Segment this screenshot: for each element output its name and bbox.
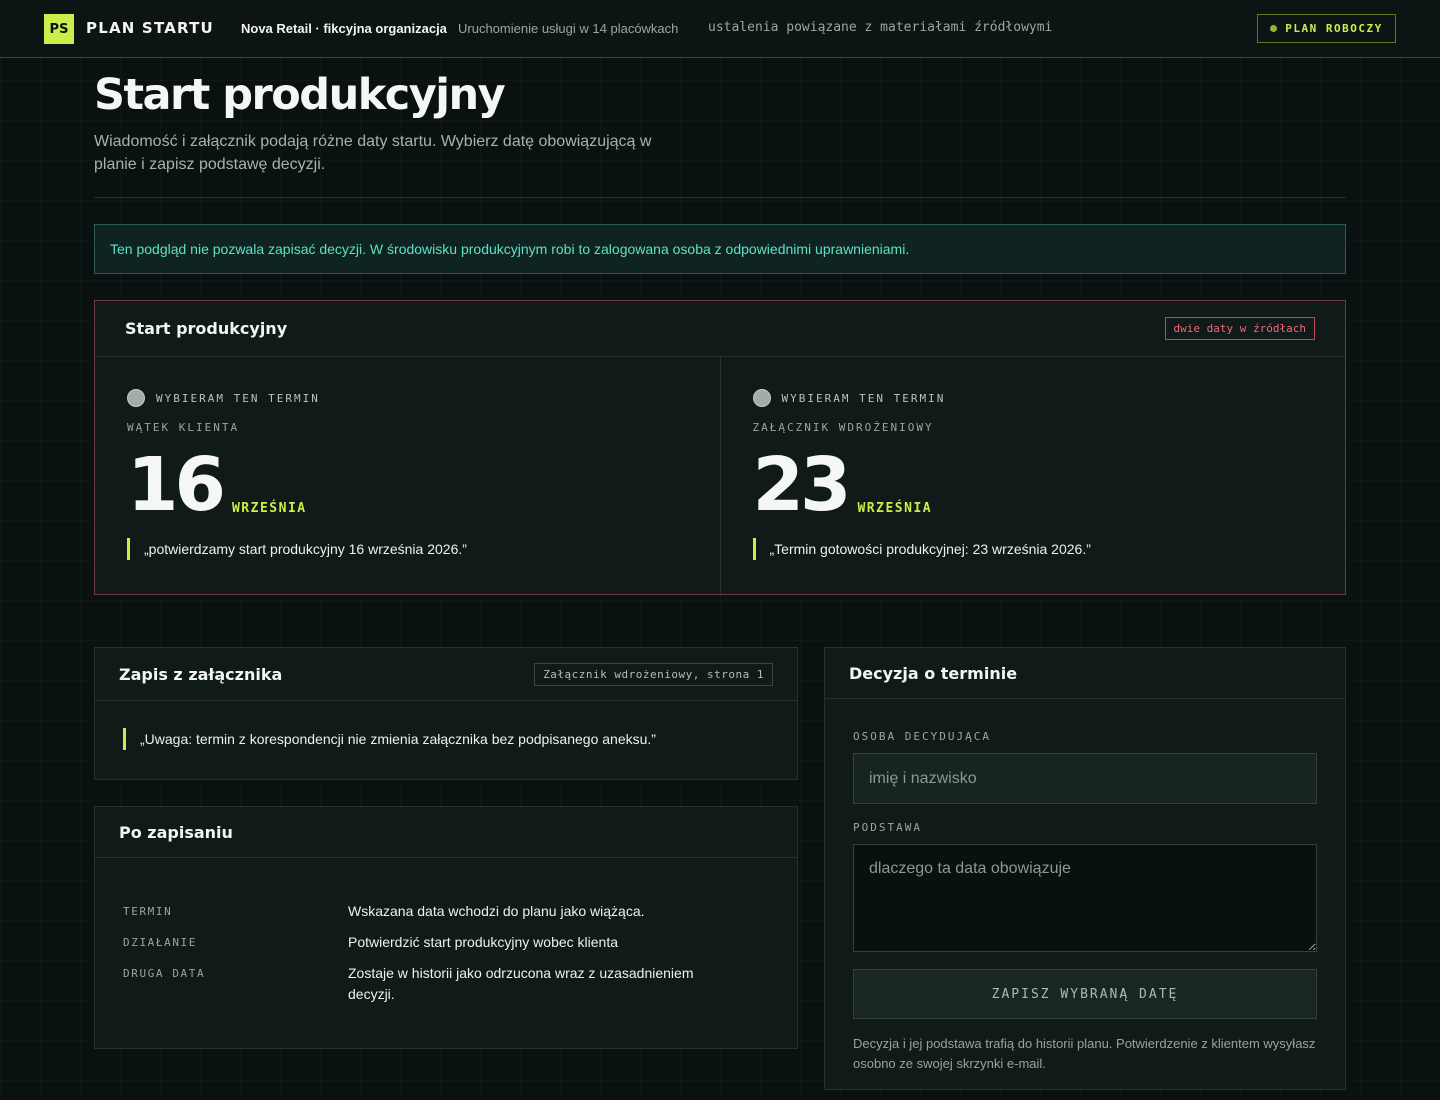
attachment-quote: „Uwaga: termin z korespondencji nie zmie… (123, 728, 769, 750)
after-saving-row: TERMIN Wskazana data wchodzi do planu ja… (123, 901, 769, 922)
save-date-button[interactable]: ZAPISZ WYBRANĄ DATĘ (853, 969, 1317, 1019)
radio-label[interactable]: WYBIERAM TEN TERMIN (782, 392, 946, 405)
conflict-tag: dwie daty w źródłach (1164, 317, 1315, 340)
attachment-excerpt-header: Zapis z załącznika Załącznik wdrożeniowy… (95, 648, 797, 701)
after-saving-value: Potwierdzić start produkcyjny wobec klie… (348, 934, 619, 950)
preview-notice-text: Ten podgląd nie pozwala zapisać decyzji.… (110, 241, 910, 257)
date-conflict-card: Start produkcyjny dwie daty w źródłach W… (94, 300, 1346, 595)
source-label: ZAŁĄCZNIK WDROŻENIOWY (752, 421, 934, 434)
after-saving-panel: Po zapisaniu TERMIN Wskazana data wchodz… (94, 806, 798, 1049)
date-month: WRZEŚNIA (231, 501, 307, 516)
radio-row[interactable]: WYBIERAM TEN TERMIN (127, 389, 688, 407)
after-saving-value: Wskazana data wchodzi do planu jako wiąż… (348, 903, 645, 919)
date-display: 23 WRZEŚNIA (752, 442, 1314, 528)
app-logo: PS (44, 14, 74, 44)
after-saving-header: Po zapisaniu (95, 807, 797, 858)
page-title: Start produkcyjny (94, 70, 506, 120)
source-quote: „potwierdzamy start produkcyjny 16 wrześ… (127, 538, 688, 560)
radio-label[interactable]: WYBIERAM TEN TERMIN (156, 392, 320, 405)
person-input[interactable] (853, 753, 1317, 804)
basis-label: PODSTAWA (853, 821, 922, 834)
radio-row[interactable]: WYBIERAM TEN TERMIN (752, 389, 1314, 407)
date-day: 16 (127, 442, 226, 528)
status-dot-icon (1270, 25, 1278, 32)
preview-notice: Ten podgląd nie pozwala zapisać decyzji.… (94, 224, 1346, 274)
decision-note: Decyzja i jej podstawa trafią do histori… (853, 1036, 1316, 1071)
attachment-excerpt-title: Zapis z załącznika (119, 664, 283, 684)
top-bar: PS PLAN STARTU Nova Retail · fikcyjna or… (0, 0, 1440, 58)
after-saving-row: DZIAŁANIE Potwierdzić start produkcyjny … (123, 932, 769, 953)
after-saving-value: Zostaje w historii jako odrzucona wraz z… (348, 965, 694, 1002)
date-month: WRZEŚNIA (857, 501, 933, 516)
source-label: WĄTEK KLIENTA (127, 421, 240, 434)
person-label: OSOBA DECYDUJĄCA (853, 730, 991, 743)
basis-textarea[interactable] (853, 844, 1317, 952)
page-reference: Załącznik wdrożeniowy, strona 1 (534, 662, 773, 686)
decision-title: Decyzja o terminie (849, 663, 1018, 683)
after-saving-key: TERMIN (123, 905, 173, 918)
select-date-radio[interactable] (127, 389, 145, 407)
date-option-attachment[interactable]: WYBIERAM TEN TERMIN ZAŁĄCZNIK WDROŻENIOW… (719, 357, 1346, 594)
date-day: 23 (752, 442, 852, 528)
after-saving-key: DRUGA DATA (123, 967, 206, 980)
after-saving-key: DZIAŁANIE (123, 936, 198, 949)
decision-panel: Decyzja o terminie OSOBA DECYDUJĄCA PODS… (824, 647, 1346, 1090)
app-name: PLAN STARTU (86, 19, 214, 37)
decision-header: Decyzja o terminie (825, 648, 1345, 699)
date-display: 16 WRZEŚNIA (127, 442, 688, 528)
status-badge-label: PLAN ROBOCZY (1285, 22, 1383, 35)
page-subtitle: Wiadomość i załącznik podają różne daty … (94, 133, 652, 173)
project-name: Uruchomienie usługi w 14 placówkach (458, 21, 679, 36)
attachment-excerpt-panel: Zapis z załącznika Załącznik wdrożeniowy… (94, 647, 798, 780)
after-saving-list: TERMIN Wskazana data wchodzi do planu ja… (95, 858, 797, 1005)
date-option-client-thread[interactable]: WYBIERAM TEN TERMIN WĄTEK KLIENTA 16 WRZ… (95, 357, 720, 594)
divider (94, 197, 1346, 198)
source-quote: „Termin gotowości produkcyjnej: 23 wrześ… (752, 538, 1314, 560)
after-saving-title: Po zapisaniu (119, 822, 233, 842)
date-conflict-header: Start produkcyjny dwie daty w źródłach (95, 301, 1345, 357)
date-options: WYBIERAM TEN TERMIN WĄTEK KLIENTA 16 WRZ… (95, 357, 1345, 594)
select-date-radio[interactable] (752, 389, 771, 407)
decision-form: OSOBA DECYDUJĄCA PODSTAWA ZAPISZ WYBRANĄ… (825, 699, 1345, 1074)
after-saving-row: DRUGA DATA Zostaje w historii jako odrzu… (123, 963, 769, 1005)
organization-name: Nova Retail · fikcyjna organizacja (241, 21, 447, 36)
date-conflict-title: Start produkcyjny (125, 319, 288, 338)
status-badge: PLAN ROBOCZY (1257, 14, 1396, 43)
header-note: ustalenia powiązane z materiałami źródło… (708, 20, 1053, 35)
